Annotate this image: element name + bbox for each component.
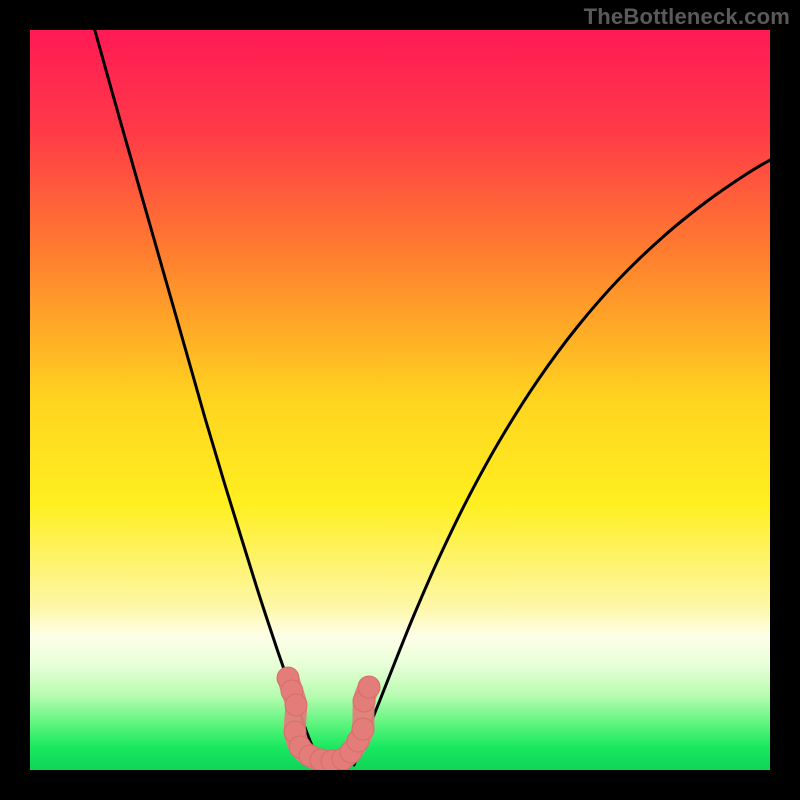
chart-svg [30, 30, 770, 770]
watermark-text: TheBottleneck.com [584, 4, 790, 30]
gradient-background [30, 30, 770, 770]
marker-dot [352, 718, 374, 740]
marker-dot [285, 694, 307, 716]
plot-area [30, 30, 770, 770]
marker-dot [358, 676, 380, 698]
chart-frame: TheBottleneck.com [0, 0, 800, 800]
